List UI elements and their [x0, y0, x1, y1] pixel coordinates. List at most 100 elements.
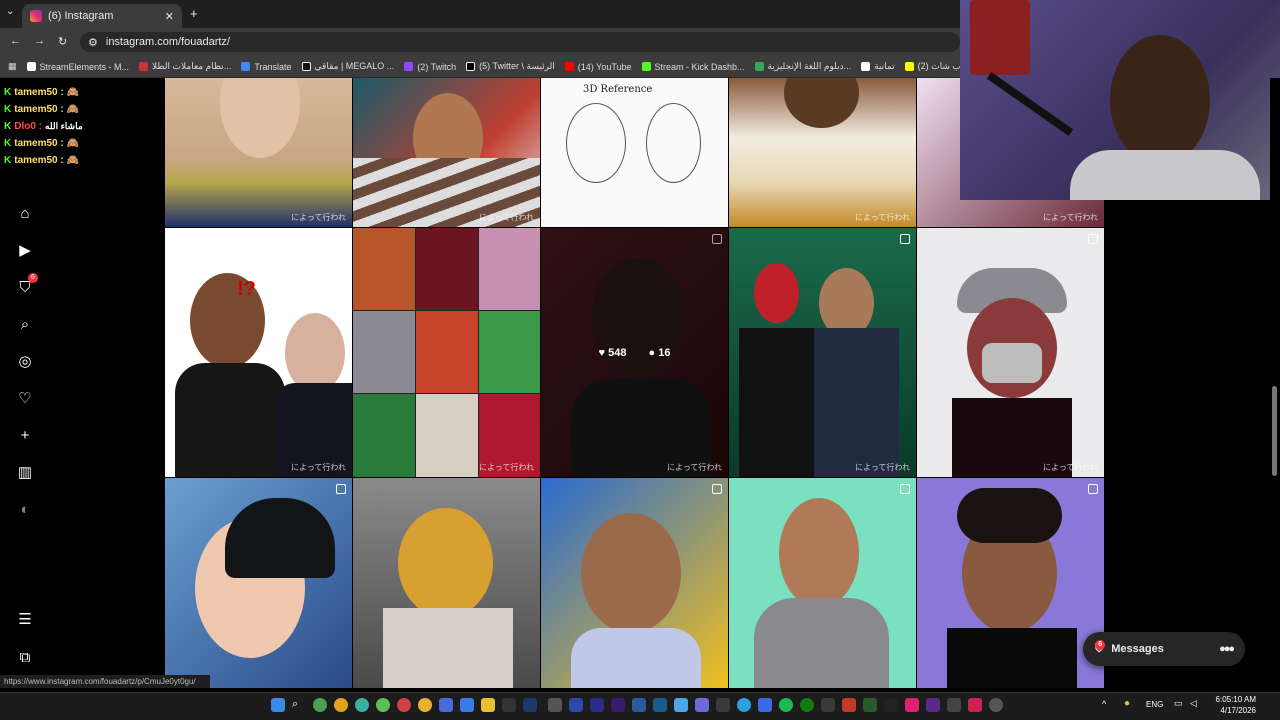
create-icon[interactable]: +	[14, 424, 36, 446]
microphone-icon[interactable]: ●	[1124, 698, 1130, 709]
back-icon[interactable]: ←	[10, 35, 21, 47]
post-tile[interactable]: によって行われ	[353, 78, 540, 227]
tab-search-icon[interactable]: ⌄	[6, 6, 14, 17]
app-icon[interactable]	[439, 698, 453, 712]
menu-icon[interactable]: ☰	[14, 608, 36, 630]
apps-grid-icon[interactable]: ⧉	[14, 646, 36, 668]
steam-icon[interactable]	[523, 698, 537, 712]
settings-icon[interactable]	[989, 698, 1003, 712]
obs-icon[interactable]	[548, 698, 562, 712]
forward-icon[interactable]: →	[34, 35, 45, 47]
photoshop-icon[interactable]	[590, 698, 604, 712]
post-tile[interactable]: によって行われ	[729, 228, 916, 477]
app-icon[interactable]	[653, 698, 667, 712]
post-tile[interactable]: によって行われ	[353, 228, 540, 477]
kick-icon: K	[4, 155, 12, 166]
app-icon[interactable]	[502, 698, 516, 712]
kick-icon: K	[4, 121, 12, 132]
profile-avatar-icon[interactable]: ◐	[14, 498, 36, 520]
post-tile-hovered[interactable]: ♥ 548 ● 16 によって行われ	[541, 228, 728, 477]
app-icon[interactable]	[695, 698, 709, 712]
bookmark-youtube[interactable]: (14) YouTube	[564, 62, 632, 72]
app-icon[interactable]	[674, 698, 688, 712]
reload-icon[interactable]: ↻	[58, 35, 67, 48]
app-icon[interactable]	[968, 698, 982, 712]
dashboard-icon[interactable]: ▥	[14, 461, 36, 483]
chrome-icon[interactable]	[355, 698, 369, 712]
bookmark-kick[interactable]: Stream - Kick Dashb...	[641, 62, 745, 72]
messages-avatars: ●●●	[1219, 643, 1235, 655]
bookmark-translate[interactable]: Translate	[241, 62, 292, 72]
app-icon[interactable]	[632, 698, 646, 712]
address-bar[interactable]: ⚙ instagram.com/fouadartz/	[80, 32, 960, 52]
bookmark-twitch[interactable]: (2) Twitch	[404, 62, 456, 72]
app-icon[interactable]	[884, 698, 898, 712]
post-tile[interactable]	[165, 478, 352, 688]
reels-icon[interactable]: ▶	[14, 239, 36, 261]
tab-close-icon[interactable]: ✕	[165, 10, 174, 23]
chat-message: Ktamem50 : 🙈	[4, 104, 80, 115]
post-tile[interactable]	[729, 478, 916, 688]
system-clock[interactable]: 6:05:10 AM 4/17/2026	[1208, 694, 1256, 716]
browser-tab[interactable]: (6) Instagram ✕	[22, 4, 182, 28]
xbox-icon[interactable]	[800, 698, 814, 712]
chrome-icon[interactable]	[397, 698, 411, 712]
comments-count: ● 16	[648, 346, 671, 359]
bookmark-streamelements[interactable]: StreamElements - M...	[26, 62, 129, 72]
app-icon[interactable]	[758, 698, 772, 712]
stream-chat-overlay: Ktamem50 : 🙈 Ktamem50 : 🙈 K Dlo0 : ماشاء الل…	[4, 84, 154, 169]
post-tile[interactable]	[541, 478, 728, 688]
scrollbar-thumb[interactable]	[1272, 386, 1277, 476]
post-tile[interactable]: によって行われ	[165, 78, 352, 227]
bookmark-8[interactable]: تمانية	[861, 61, 895, 72]
bookmark-twitter[interactable]: (5) Twitter \ الرئيسة	[466, 61, 555, 72]
chrome-icon[interactable]	[418, 698, 432, 712]
app-icon[interactable]	[716, 698, 730, 712]
chrome-icon[interactable]	[376, 698, 390, 712]
app-icon[interactable]	[905, 698, 919, 712]
link-status-url: https://www.instagram.com/fouadartz/p/Cm…	[0, 675, 210, 688]
explore-filter-icon[interactable]: ⛉ 6	[14, 273, 38, 298]
bookmark-megalo[interactable]: مقاقي | MEGALO ...	[301, 61, 394, 72]
file-explorer-icon[interactable]	[481, 698, 495, 712]
app-icon[interactable]	[947, 698, 961, 712]
compass-icon[interactable]: ◎	[14, 350, 36, 372]
spotify-icon[interactable]	[779, 698, 793, 712]
app-icon[interactable]	[926, 698, 940, 712]
chrome-icon[interactable]	[313, 698, 327, 712]
premiere-icon[interactable]	[611, 698, 625, 712]
post-tile[interactable]	[917, 478, 1104, 688]
bookmark-diploma[interactable]: دبلوم اللغة الإنجليزية...	[754, 61, 851, 72]
app-icon[interactable]	[863, 698, 877, 712]
new-tab-button[interactable]: +	[190, 6, 198, 21]
heart-icon[interactable]: ♡	[14, 387, 36, 409]
chrome-profile-icon[interactable]	[334, 698, 348, 712]
home-icon[interactable]: ⌂	[14, 202, 36, 224]
windows-start-icon[interactable]	[271, 698, 285, 712]
chat-message: K Dlo0 : ماشاء الله	[4, 121, 83, 132]
app-icon[interactable]	[821, 698, 835, 712]
volume-icon[interactable]: ◁	[1190, 698, 1197, 709]
network-icon[interactable]: ▭	[1174, 698, 1183, 709]
taskbar-search-icon[interactable]: ⌕	[292, 698, 306, 712]
search-icon[interactable]: ⌕	[14, 313, 36, 335]
post-tile[interactable]: 3D Reference	[541, 78, 728, 227]
bookmark-arabic-1[interactable]: نظام معاملات الطلا...	[139, 61, 231, 72]
apps-icon[interactable]: ▦	[8, 61, 17, 72]
post-tile[interactable]: によって行われ	[917, 228, 1104, 477]
clock-time: 6:05:10 AM	[1215, 695, 1256, 704]
webcam-overlay	[960, 0, 1280, 200]
messages-label: Messages	[1111, 643, 1164, 655]
messages-button[interactable]: ⛉6 Messages ●●●	[1083, 632, 1245, 666]
language-indicator[interactable]: ENG	[1146, 700, 1163, 709]
app-icon[interactable]	[842, 698, 856, 712]
post-tile[interactable]	[353, 478, 540, 688]
scrollbar-track[interactable]	[1270, 78, 1280, 688]
tray-chevron-icon[interactable]: ^	[1102, 699, 1106, 709]
app-icon[interactable]	[569, 698, 583, 712]
telegram-icon[interactable]	[737, 698, 751, 712]
site-info-icon[interactable]: ⚙	[88, 36, 98, 49]
post-tile[interactable]: !? によって行われ	[165, 228, 352, 477]
post-tile[interactable]: によって行われ	[729, 78, 916, 227]
app-icon[interactable]	[460, 698, 474, 712]
